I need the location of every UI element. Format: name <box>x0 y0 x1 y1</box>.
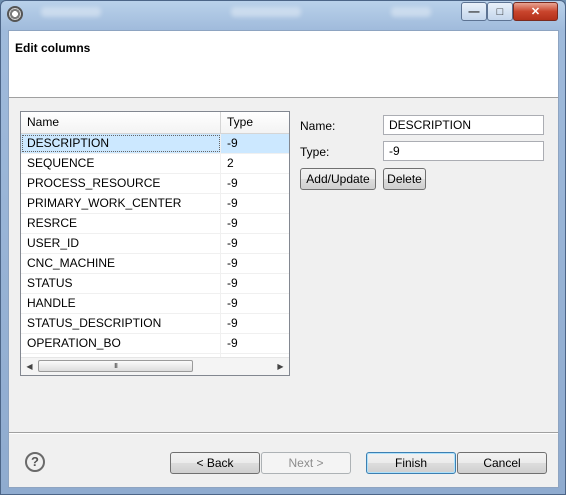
cell-type: -9 <box>227 316 238 330</box>
table-row[interactable]: HANDLE -9 <box>21 294 289 314</box>
table-row[interactable]: USER_ID -9 <box>21 234 289 254</box>
footer-separator <box>9 432 558 434</box>
table-row[interactable]: STATUS_DESCRIPTION -9 <box>21 314 289 334</box>
table-row[interactable]: SEQUENCE 2 <box>21 154 289 174</box>
cell-name: DESCRIPTION <box>21 134 221 153</box>
eclipse-app-icon <box>7 6 23 22</box>
name-field[interactable]: DESCRIPTION <box>383 115 544 135</box>
cell-name: OPERATION_BO <box>21 334 221 353</box>
table-row[interactable]: PROCESS_RESOURCE -9 <box>21 174 289 194</box>
close-icon: ✕ <box>530 6 541 18</box>
maximize-icon: □ <box>496 5 504 18</box>
cell-type: -9 <box>227 216 238 230</box>
table-row[interactable]: PRIMARY_WORK_CENTER -9 <box>21 194 289 214</box>
table-row[interactable]: DESCRIPTION -9 <box>21 134 289 154</box>
dialog-window: — □ ✕ Edit columns Name Type DESCRIPTION… <box>0 0 566 495</box>
cancel-button[interactable]: Cancel <box>457 452 547 474</box>
next-button[interactable]: Next > <box>261 452 351 474</box>
maximize-button[interactable]: □ <box>487 2 513 21</box>
cell-name: PRIMARY_WORK_CENTER <box>21 194 221 213</box>
cell-name: STATUS_DESCRIPTION <box>21 314 221 333</box>
dialog-client-area: Edit columns Name Type DESCRIPTION -9 SEQU… <box>8 30 559 488</box>
help-icon[interactable]: ? <box>25 452 45 472</box>
type-field[interactable]: -9 <box>383 141 544 161</box>
wizard-header: Edit columns <box>9 31 558 98</box>
cell-name: CNC_MACHINE <box>21 254 221 273</box>
blurred-title-text <box>391 7 431 17</box>
cell-type: -9 <box>227 336 238 350</box>
finish-button[interactable]: Finish <box>366 452 456 474</box>
cell-type: -9 <box>227 236 238 250</box>
cell-type: -9 <box>227 256 238 270</box>
page-title: Edit columns <box>15 41 91 55</box>
cell-type: -9 <box>227 176 238 190</box>
blurred-title-text <box>41 7 101 17</box>
minimize-button[interactable]: — <box>461 2 487 21</box>
type-label: Type: <box>300 145 330 159</box>
cell-type: -9 <box>227 296 238 310</box>
table-row[interactable]: STATUS -9 <box>21 274 289 294</box>
minimize-icon: — <box>468 5 480 18</box>
cell-name: RESRCE <box>21 214 221 233</box>
scroll-left-icon[interactable]: ◀ <box>21 358 38 375</box>
cell-type: -9 <box>227 136 238 150</box>
delete-button[interactable]: Delete <box>383 168 426 190</box>
table-body: DESCRIPTION -9 SEQUENCE 2 PROCESS_RESOURCE -9… <box>21 134 289 373</box>
cell-type: 2 <box>227 156 234 170</box>
back-button[interactable]: < Back <box>170 452 260 474</box>
cell-name: PROCESS_RESOURCE <box>21 174 221 193</box>
table-header: Name Type <box>21 112 289 134</box>
table-row[interactable]: RESRCE -9 <box>21 214 289 234</box>
columns-table[interactable]: Name Type DESCRIPTION -9 SEQUENCE 2 PROCESS_… <box>20 111 290 376</box>
add-update-button[interactable]: Add/Update <box>300 168 376 190</box>
close-button[interactable]: ✕ <box>513 2 558 21</box>
column-header-name[interactable]: Name <box>21 112 221 133</box>
column-header-type[interactable]: Type <box>221 112 289 133</box>
title-bar[interactable]: — □ ✕ <box>1 1 565 29</box>
scroll-right-icon[interactable]: ▶ <box>272 358 289 375</box>
cell-name: HANDLE <box>21 294 221 313</box>
cell-type: -9 <box>227 276 238 290</box>
cell-name: SEQUENCE <box>21 154 221 173</box>
table-row[interactable]: CNC_MACHINE -9 <box>21 254 289 274</box>
blurred-title-text <box>231 7 301 17</box>
cell-type: -9 <box>227 196 238 210</box>
cell-name: USER_ID <box>21 234 221 253</box>
horizontal-scrollbar[interactable]: ◀ III ▶ <box>21 357 289 375</box>
table-row[interactable]: OPERATION_BO -9 <box>21 334 289 354</box>
scroll-thumb[interactable]: III <box>38 360 193 372</box>
cell-name: STATUS <box>21 274 221 293</box>
name-label: Name: <box>300 119 336 133</box>
